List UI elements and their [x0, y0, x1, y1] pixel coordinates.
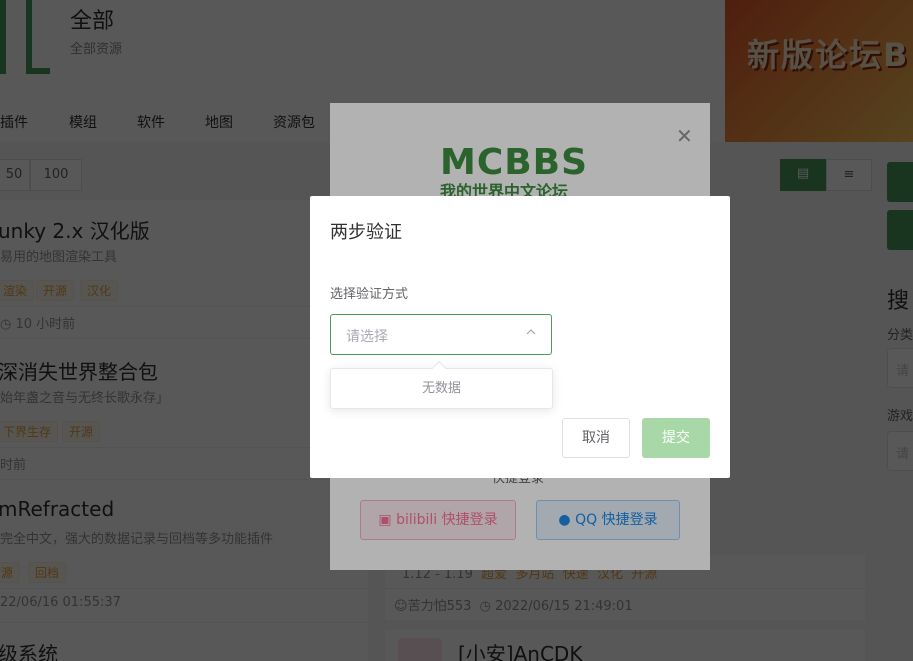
method-label: 选择验证方式	[330, 287, 409, 302]
chevron-up-icon	[526, 329, 536, 335]
select-placeholder: 请选择	[346, 329, 388, 345]
select-dropdown: 无数据	[330, 368, 553, 409]
method-select[interactable]: 请选择	[330, 314, 552, 355]
cancel-button[interactable]: 取消	[562, 418, 630, 458]
dialog-title: 两步验证	[330, 222, 402, 243]
submit-button[interactable]: 提交	[642, 418, 710, 458]
